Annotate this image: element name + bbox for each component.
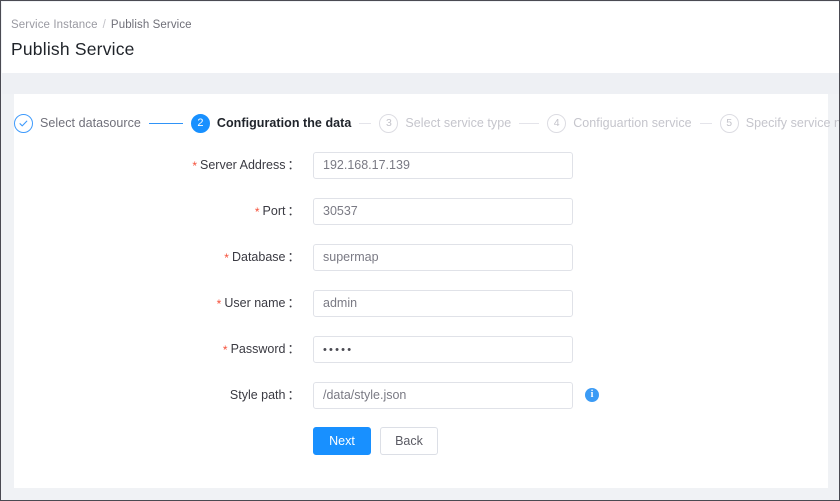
step-circle-4: 4	[547, 114, 566, 133]
page-title: Publish Service	[11, 39, 135, 60]
label-text-user-name: User name	[224, 296, 285, 310]
breadcrumb-item-service-instance[interactable]: Service Instance	[11, 19, 98, 31]
required-asterisk-icon: *	[223, 343, 231, 357]
step-connector-2	[359, 123, 371, 124]
password-input[interactable]: •••••	[313, 336, 573, 363]
step-label-5: Specify service node	[739, 116, 840, 130]
form-row-password: *Password： •••••	[14, 336, 828, 382]
user-name-input[interactable]: admin	[313, 290, 573, 317]
step-label-4: Configuartion service	[566, 116, 691, 130]
check-icon	[18, 118, 29, 129]
label-colon-user-name: ：	[285, 296, 300, 310]
step-circle-3: 3	[379, 114, 398, 133]
label-text-style-path: Style path	[230, 388, 286, 402]
step-item-select-datasource[interactable]: Select datasource	[14, 114, 141, 133]
card-bottom-gutter	[2, 488, 840, 501]
label-user-name: *User name：	[14, 290, 300, 318]
step-label-2: Configuration the data	[210, 116, 351, 130]
info-icon[interactable]: i	[585, 388, 599, 402]
form-row-style-path: Style path： /data/style.json i	[14, 382, 828, 428]
label-text-database: Database	[232, 250, 286, 264]
card-right-gutter	[828, 94, 840, 488]
content-card: Select datasource 2 Configuration the da…	[14, 94, 828, 488]
breadcrumb: Service Instance/Publish Service	[11, 19, 192, 31]
step-item-configuration-the-data[interactable]: 2 Configuration the data	[191, 114, 351, 133]
form-row-database: *Database： supermap	[14, 244, 828, 290]
label-colon-style-path: ：	[285, 388, 300, 402]
step-connector-1	[149, 123, 183, 124]
wizard-stepper: Select datasource 2 Configuration the da…	[14, 108, 828, 138]
next-button[interactable]: Next	[313, 427, 371, 455]
step-connector-4	[700, 123, 712, 124]
label-password: *Password：	[14, 336, 300, 364]
configuration-form: *Server Address： 192.168.17.139 *Port： 3…	[14, 152, 828, 428]
port-input[interactable]: 30537	[313, 198, 573, 225]
header-content-divider	[2, 73, 840, 94]
label-text-password: Password	[231, 342, 286, 356]
breadcrumb-item-publish-service: Publish Service	[111, 19, 192, 31]
step-connector-3	[519, 123, 539, 124]
label-port: *Port：	[14, 198, 300, 226]
label-colon-port: ：	[285, 204, 300, 218]
publish-service-screen: Service Instance/Publish Service Publish…	[0, 0, 840, 501]
label-colon-server-address: ：	[285, 158, 300, 172]
required-asterisk-icon: *	[224, 251, 232, 265]
label-text-port: Port	[263, 204, 286, 218]
label-style-path: Style path：	[14, 382, 300, 409]
label-database: *Database：	[14, 244, 300, 272]
label-colon-password: ：	[285, 342, 300, 356]
label-text-server-address: Server Address	[200, 158, 285, 172]
form-actions: Next Back	[14, 427, 828, 455]
step-circle-5: 5	[720, 114, 739, 133]
database-input[interactable]: supermap	[313, 244, 573, 271]
label-colon-database: ：	[285, 250, 300, 264]
step-item-specify-service-node[interactable]: 5 Specify service node	[720, 114, 840, 133]
page-header: Service Instance/Publish Service Publish…	[2, 2, 840, 73]
step-circle-1	[14, 114, 33, 133]
style-path-input[interactable]: /data/style.json	[313, 382, 573, 409]
step-label-3: Select service type	[398, 116, 511, 130]
label-server-address: *Server Address：	[14, 152, 300, 180]
step-circle-2: 2	[191, 114, 210, 133]
form-row-user-name: *User name： admin	[14, 290, 828, 336]
required-asterisk-icon: *	[255, 205, 263, 219]
step-item-select-service-type[interactable]: 3 Select service type	[379, 114, 511, 133]
form-row-port: *Port： 30537	[14, 198, 828, 244]
step-label-1: Select datasource	[33, 116, 141, 130]
form-row-server-address: *Server Address： 192.168.17.139	[14, 152, 828, 198]
step-item-configuartion-service[interactable]: 4 Configuartion service	[547, 114, 691, 133]
back-button[interactable]: Back	[380, 427, 438, 455]
breadcrumb-separator: /	[98, 19, 111, 31]
required-asterisk-icon: *	[192, 159, 200, 173]
server-address-input[interactable]: 192.168.17.139	[313, 152, 573, 179]
